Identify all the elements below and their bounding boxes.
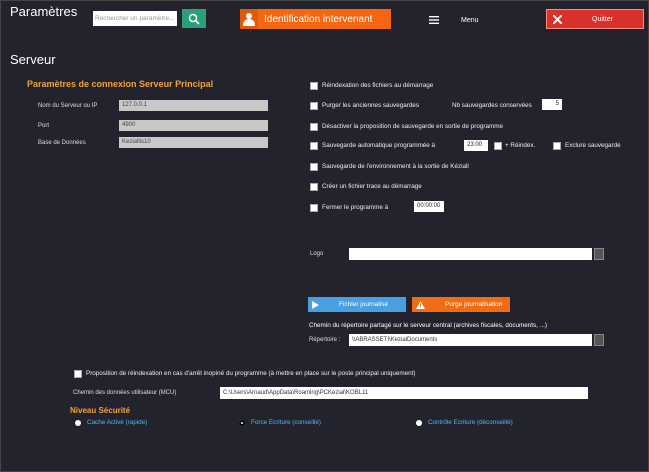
logo-field[interactable] [349,248,592,260]
reindex-startup-label: Réindexation des fichiers au démarrage [322,82,434,89]
security-option-label: Force Ecriture (conseillé) [251,419,321,426]
user-data-field[interactable]: C:\Users\Arnaud\AppData\Roaming\PCKezial… [220,387,588,399]
purge-journal-label: Purge journalisation [445,301,503,308]
purge-backups-label: Purger les anciennes sauvegardes [322,102,419,109]
port-label: Port [38,123,50,129]
trace-file-checkbox[interactable] [310,183,318,191]
shared-dir-label: Répertoire : [309,337,341,343]
security-option-control[interactable]: Contrôle Ecriture (déconseillé) [416,419,513,426]
radio-icon [416,419,422,426]
journal-file-button[interactable]: Fichier journalisé [308,297,406,312]
server-ip-field[interactable]: 127.0.0.1 [119,100,268,111]
close-program-checkbox[interactable] [310,204,318,212]
window-title: Paramètres [10,4,78,19]
trace-file-label: Créer un fichier trace au démarrage [322,183,422,190]
purge-backups-checkbox[interactable] [310,102,318,110]
connection-title: Paramètres de connexion Serveur Principa… [27,79,214,89]
reindex-prompt-checkbox[interactable] [74,370,82,378]
exclude-backup-label: Exclure sauvegarde [565,142,621,149]
logo-browse-button[interactable] [594,248,604,260]
journal-file-label: Fichier journalisé [339,301,389,308]
auto-backup-label: Sauvegarde automatique programmée à [322,142,436,149]
auto-backup-time-field[interactable]: 23:00 [464,140,488,151]
search-icon [188,13,200,25]
disable-backup-prompt-label: Désactiver la proposition de sauvegarde … [322,123,503,130]
shared-dir-browse-button[interactable] [594,334,604,346]
backups-kept-field[interactable]: 5 [542,99,562,110]
settings-window: Paramètres Rechercher un paramètre... Id… [0,0,649,472]
logo-label: Logo [310,251,324,257]
exclude-backup-checkbox[interactable] [553,142,561,150]
warning-icon [416,300,425,309]
identify-label: Identification intervenant [264,13,373,25]
database-label: Base de Données [38,140,86,146]
close-program-label: Fermer le programme à [322,204,389,211]
menu-label: Menu [461,16,479,24]
security-option-label: Cache Activé (rapide) [87,419,148,426]
disable-backup-prompt-checkbox[interactable] [310,123,318,131]
section-title: Serveur [10,52,56,67]
search-button[interactable] [182,9,206,28]
quit-button[interactable]: Quitter [546,9,644,29]
user-data-label: Chemin des données utilisateur (MCU) [73,390,177,396]
hamburger-icon [429,16,439,24]
search-input[interactable]: Rechercher un paramètre... [93,11,177,26]
security-option-cache[interactable]: Cache Activé (rapide) [75,419,147,426]
server-ip-label: Nom du Serveur ou IP [38,103,98,109]
shared-dir-title: Chemin du répertoire partagé sur le serv… [309,322,547,329]
purge-journal-button[interactable]: Purge journalisation [412,297,510,312]
backups-kept-label: Nb sauvegardes conservées [452,102,532,109]
radio-icon [75,419,81,426]
plus-reindex-checkbox[interactable] [494,142,502,150]
shared-dir-field[interactable]: \\ABRASSETI\KezialDocuments [349,334,592,346]
security-option-force[interactable]: Force Ecriture (conseillé) [239,419,321,426]
radio-selected-icon [239,419,245,426]
env-backup-checkbox[interactable] [310,163,318,171]
plus-reindex-label: + Réindex. [505,142,536,149]
menu-button[interactable]: Menu [425,12,505,28]
identify-user-button[interactable]: Identification intervenant [240,9,391,29]
reindex-prompt-label: Proposition de réindexation en cas d'arr… [86,370,416,377]
play-icon [312,300,319,309]
auto-backup-checkbox[interactable] [310,142,318,150]
user-icon [240,9,258,29]
reindex-startup-checkbox[interactable] [310,82,318,90]
env-backup-label: Sauvegarde de l'environnement à la sorti… [322,163,469,170]
security-option-label: Contrôle Ecriture (déconseillé) [428,419,513,426]
close-icon [553,14,562,24]
quit-label: Quitter [592,15,614,23]
security-title: Niveau Sécurité [70,406,131,415]
database-field[interactable]: Keziallis10 [119,137,268,148]
close-time-field[interactable]: 00:00:00 [414,201,444,212]
port-field[interactable]: 4900 [119,120,268,131]
